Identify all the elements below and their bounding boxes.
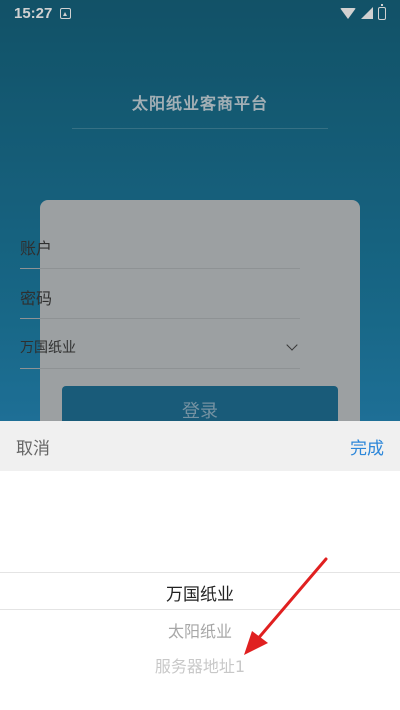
done-button[interactable]: 完成 bbox=[350, 434, 384, 459]
picker-toolbar: 取消 完成 bbox=[0, 421, 400, 471]
picker-option-selected[interactable]: 万国纸业 bbox=[0, 580, 400, 605]
cancel-button[interactable]: 取消 bbox=[16, 434, 50, 459]
picker-selection-line-bottom bbox=[0, 609, 400, 610]
annotation-arrow-icon bbox=[244, 557, 328, 655]
picker-selection-line-top bbox=[0, 572, 400, 573]
picker-option[interactable]: 太阳纸业 bbox=[0, 618, 400, 642]
picker-option[interactable]: 服务器地址1 bbox=[0, 653, 400, 677]
